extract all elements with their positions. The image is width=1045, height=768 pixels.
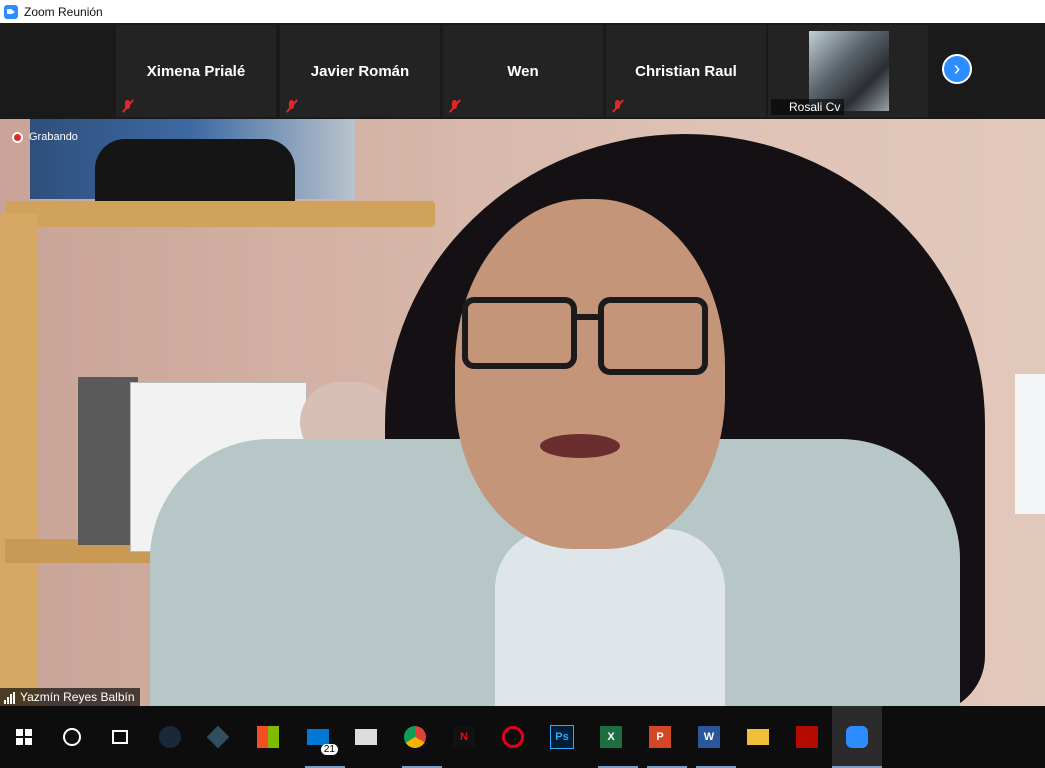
search-icon — [63, 728, 81, 746]
participant-tile[interactable]: Ximena Prialé — [116, 25, 276, 117]
windows-taskbar: 21 N Ps X P W — [0, 706, 1045, 768]
next-page-icon: › — [953, 57, 961, 80]
steam-icon — [159, 726, 181, 748]
mail-button[interactable]: 21 — [304, 723, 338, 755]
file-explorer-button[interactable] — [744, 723, 772, 751]
participant-video-tile[interactable]: Rosali Cv — [768, 25, 928, 117]
zoom-app-icon — [4, 4, 18, 19]
task-view-icon — [112, 730, 128, 744]
netflix-button[interactable]: N — [450, 723, 478, 751]
participant-label: Rosali Cv — [771, 99, 845, 115]
video-scene-shelf-post — [0, 214, 38, 706]
video-scene-calendar-back — [78, 377, 138, 545]
netflix-icon: N — [453, 726, 475, 748]
clapper-button[interactable] — [352, 723, 380, 751]
participant-tile[interactable]: Wen — [443, 25, 603, 117]
speaker-glasses — [598, 297, 708, 375]
app-icon — [206, 725, 230, 749]
powerpoint-button[interactable]: P — [646, 723, 674, 751]
participant-tile[interactable]: Christian Raul — [606, 25, 766, 117]
muted-mic-icon — [448, 99, 462, 113]
windows-start-button[interactable] — [10, 723, 38, 751]
participant-name: Christian Raul — [635, 63, 737, 80]
excel-button[interactable]: X — [597, 723, 625, 751]
opera-icon — [502, 726, 524, 748]
window-title: Zoom Reunión — [24, 4, 103, 19]
recording-indicator: Grabando — [12, 131, 78, 143]
store-button[interactable] — [254, 723, 282, 751]
excel-icon: X — [600, 726, 622, 748]
signal-icon — [4, 692, 16, 704]
speaker-shirt — [495, 529, 725, 706]
muted-mic-icon — [121, 99, 135, 113]
photoshop-button[interactable]: Ps — [548, 723, 576, 751]
clapper-icon — [355, 729, 377, 745]
video-scene-paper — [1015, 374, 1045, 514]
powerpoint-icon: P — [649, 726, 671, 748]
mail-icon — [307, 729, 329, 745]
task-view-button[interactable] — [106, 723, 134, 751]
speaker-mouth — [540, 434, 620, 458]
acrobat-button[interactable] — [793, 723, 821, 751]
word-button[interactable]: W — [695, 723, 723, 751]
speaker-glasses — [462, 297, 577, 369]
recording-label: Grabando — [29, 131, 78, 143]
participant-tile[interactable]: Javier Román — [280, 25, 440, 117]
record-icon — [12, 131, 23, 143]
title-bar: Zoom Reunión — [0, 0, 1045, 23]
participant-name: Rosali Cv — [789, 100, 841, 114]
windows-start-icon — [16, 729, 32, 745]
speaker-glasses-bridge — [575, 314, 601, 320]
participant-name: Wen — [507, 63, 539, 80]
zoom-taskbar-button[interactable] — [843, 723, 871, 751]
next-page-button[interactable]: › — [942, 54, 972, 84]
participants-strip: Ximena Prialé Javier Román Wen Christian… — [0, 23, 1045, 119]
chrome-button[interactable] — [401, 723, 429, 751]
participant-name: Ximena Prialé — [146, 63, 246, 80]
search-button[interactable] — [58, 723, 86, 751]
acrobat-icon — [796, 726, 818, 748]
video-scene-shelf — [5, 201, 435, 227]
speaker-name: Yazmín Reyes Balbín — [20, 690, 135, 704]
participant-name: Javier Román — [310, 63, 410, 80]
muted-mic-icon — [611, 99, 625, 113]
mail-badge: 21 — [320, 744, 338, 755]
muted-mic-icon — [285, 99, 299, 113]
opera-button[interactable] — [499, 723, 527, 751]
steam-button[interactable] — [156, 723, 184, 751]
app-button[interactable] — [204, 723, 232, 751]
word-icon: W — [698, 726, 720, 748]
store-icon — [257, 726, 279, 748]
main-speaker-video[interactable]: Grabando Yazmín Reyes Balbín — [0, 119, 1045, 706]
chrome-icon — [404, 726, 426, 748]
zoom-taskbar-icon — [846, 726, 868, 748]
speaker-name-label: Yazmín Reyes Balbín — [0, 688, 140, 706]
file-explorer-icon — [747, 729, 769, 745]
photoshop-icon: Ps — [550, 725, 574, 749]
